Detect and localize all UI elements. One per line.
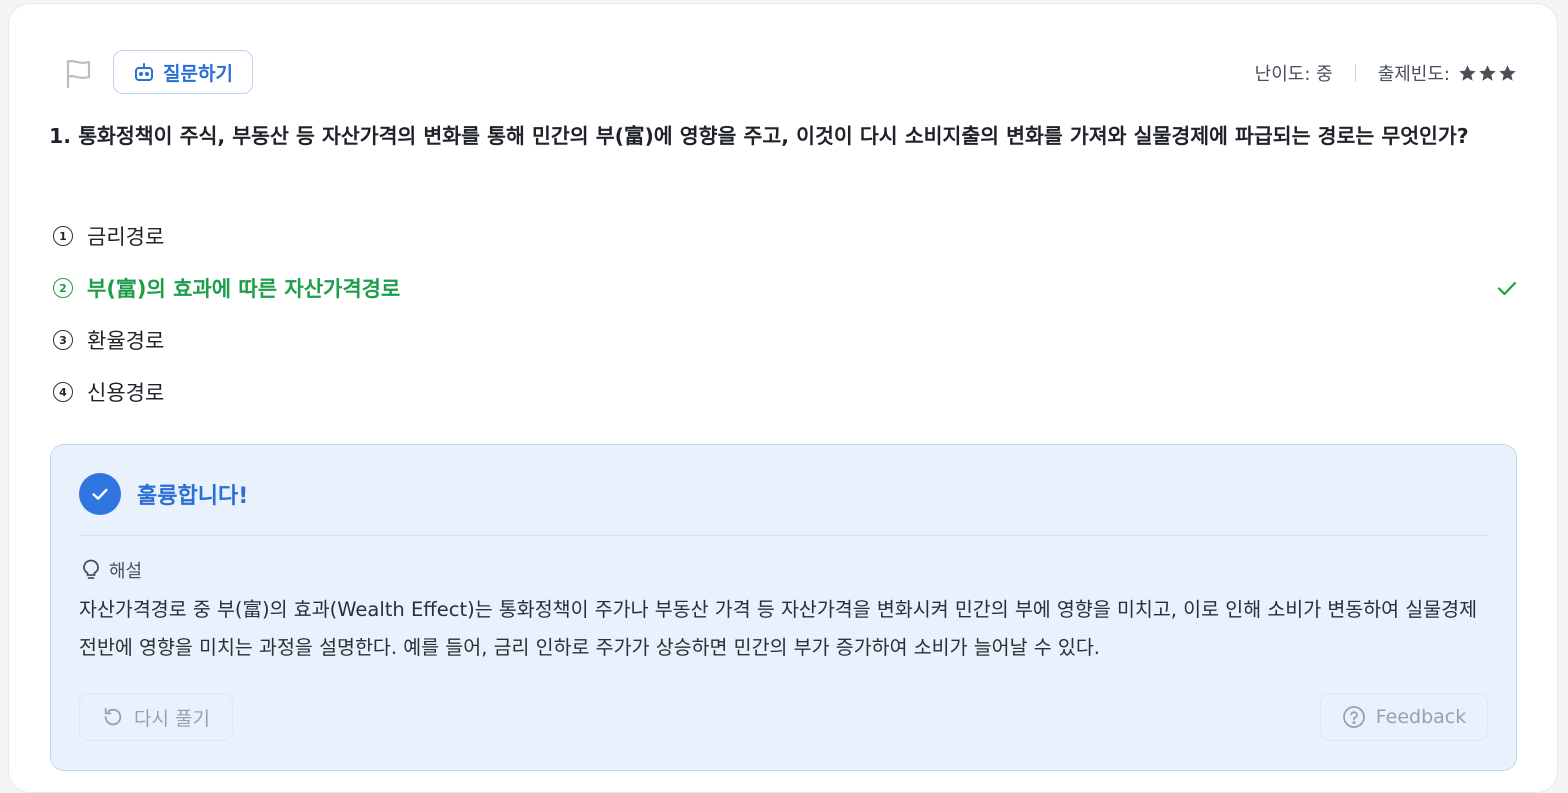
option-label: 환율경로: [87, 329, 165, 353]
explanation-panel: 훌륭합니다! 해설 자산가격경로 중 부(富)의 효과(Wealth Effec…: [50, 444, 1517, 771]
option-number: 1: [53, 226, 73, 246]
question-card: 질문하기 난이도: 중 출제빈도: 1. 통화정책이 주식, 부동산 등 자산가…: [8, 3, 1558, 793]
refresh-icon: [104, 707, 122, 726]
option-2[interactable]: 2 부(富)의 효과에 따른 자산가격경로: [53, 262, 1519, 314]
answer-options: 1 금리경로 2 부(富)의 효과에 따른 자산가격경로 3 환율경로 4 신용…: [53, 210, 1519, 418]
explanation-heading-label: 해설: [109, 561, 143, 582]
check-circle-icon: [79, 473, 121, 515]
question-meta: 난이도: 중 출제빈도:: [1255, 60, 1517, 86]
retry-button[interactable]: 다시 풀기: [79, 693, 233, 741]
option-label: 금리경로: [87, 225, 165, 249]
frequency-label: 출제빈도:: [1377, 64, 1450, 85]
ask-question-button[interactable]: 질문하기: [113, 50, 253, 94]
option-number: 3: [53, 330, 73, 350]
robot-icon: [135, 63, 154, 81]
star-icon: [1459, 64, 1476, 81]
flag-icon[interactable]: [61, 56, 95, 90]
frequency-stars: [1458, 64, 1517, 83]
star-icon: [1479, 64, 1496, 81]
feedback-button[interactable]: Feedback: [1320, 693, 1488, 741]
option-1[interactable]: 1 금리경로: [53, 210, 1519, 262]
option-4[interactable]: 4 신용경로: [53, 366, 1519, 418]
result-text: 훌륭합니다!: [137, 484, 249, 509]
difficulty-label: 난이도: 중: [1254, 64, 1333, 85]
feedback-label: Feedback: [1375, 706, 1467, 728]
check-icon: [1497, 281, 1517, 296]
option-number: 4: [53, 382, 73, 402]
card-header: 질문하기 난이도: 중 출제빈도:: [61, 50, 1517, 96]
explanation-text: 자산가격경로 중 부(富)의 효과(Wealth Effect)는 통화정책이 …: [79, 598, 1478, 659]
retry-label: 다시 풀기: [134, 707, 210, 730]
option-3[interactable]: 3 환율경로: [53, 314, 1519, 366]
meta-divider: [1354, 64, 1356, 82]
explanation-heading: 해설: [81, 557, 142, 583]
option-label: 신용경로: [87, 381, 165, 405]
option-number: 2: [53, 278, 73, 298]
question-text: 1. 통화정책이 주식, 부동산 등 자산가격의 변화를 통해 민간의 부(富)…: [49, 124, 1469, 148]
lightbulb-icon: [83, 559, 99, 579]
ask-button-label: 질문하기: [163, 62, 233, 85]
star-icon: [1499, 64, 1516, 81]
option-label: 부(富)의 효과에 따른 자산가격경로: [87, 277, 401, 301]
result-banner: 훌륭합니다!: [79, 473, 248, 515]
panel-divider: [79, 535, 1488, 536]
help-icon: [1342, 706, 1365, 728]
